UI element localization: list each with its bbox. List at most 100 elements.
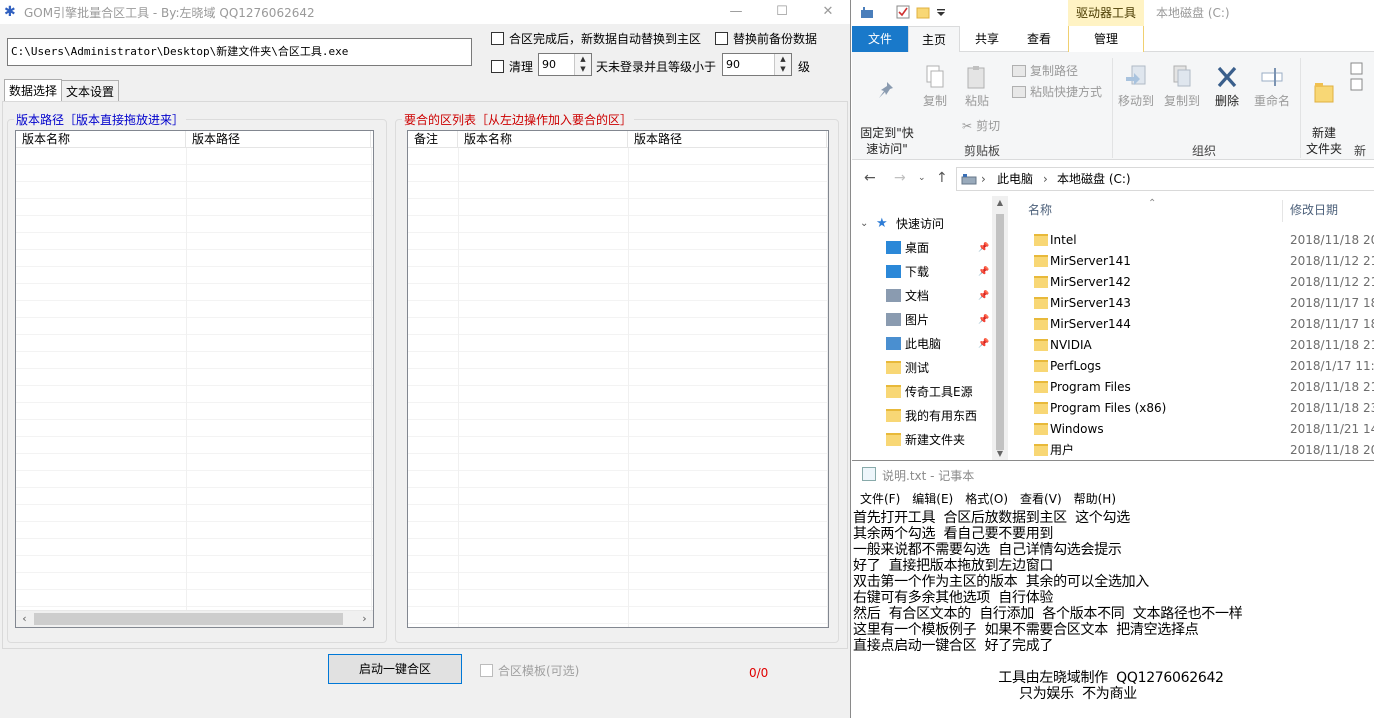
tab-data-select[interactable]: 数据选择 xyxy=(4,79,63,102)
properties-icon[interactable] xyxy=(860,5,874,19)
clean-checkbox[interactable]: 清理 xyxy=(491,58,533,75)
address-bar[interactable]: › 此电脑 › 本地磁盘 (C:) xyxy=(956,167,1374,191)
nav-item[interactable]: 图片 📌 xyxy=(852,308,992,332)
horizontal-scrollbar[interactable]: ‹ › xyxy=(16,610,373,627)
checkbox-box[interactable] xyxy=(480,664,493,677)
back-arrow-icon[interactable]: ← xyxy=(864,170,876,186)
merge-list[interactable]: 备注 版本名称 版本路径 xyxy=(407,130,829,628)
notepad-text-area[interactable]: 首先打开工具 合区后放数据到主区 这个勾选 其余两个勾选 看自己要不要用到 一般来说… xyxy=(853,510,1373,702)
menu-file[interactable]: 文件(F) xyxy=(856,488,904,510)
expand-chevron-icon[interactable]: ⌄ xyxy=(860,212,868,236)
stepper-arrows[interactable]: ▲ ▼ xyxy=(574,54,591,75)
address-drive[interactable]: 本地磁盘 (C:) xyxy=(1057,168,1131,190)
paste-button[interactable]: 粘贴 xyxy=(960,64,994,109)
pin-quick-access-button[interactable]: 固定到"快 速访问" xyxy=(856,64,918,157)
maximize-button[interactable]: ☐ xyxy=(759,0,805,24)
column-remark[interactable]: 备注 xyxy=(408,131,458,148)
new-item-icon[interactable] xyxy=(1350,62,1364,92)
pin-icon[interactable]: 📌 xyxy=(978,332,989,356)
exe-path-field[interactable]: C:\Users\Administrator\Desktop\新建文件夹\合区工… xyxy=(7,38,472,66)
pin-icon[interactable]: 📌 xyxy=(978,260,989,284)
new-folder-quick-icon[interactable] xyxy=(916,5,930,19)
cut-button[interactable]: ✂ 剪切 xyxy=(962,117,1000,134)
file-row[interactable]: MirServer142 2018/11/12 21 xyxy=(1012,272,1374,293)
column-name[interactable]: 名称 xyxy=(1028,196,1052,224)
nav-item[interactable]: 此电脑 📌 xyxy=(852,332,992,356)
spin-up-icon[interactable]: ▲ xyxy=(775,54,791,64)
tab-home[interactable]: 主页 xyxy=(908,26,960,53)
file-row[interactable]: Program Files 2018/11/18 21 xyxy=(1012,377,1374,398)
tab-text-settings[interactable]: 文本设置 xyxy=(62,80,120,102)
nav-item[interactable]: 我的有用东西 xyxy=(852,404,992,428)
pin-icon[interactable]: 📌 xyxy=(978,308,989,332)
file-row[interactable]: 用户 2018/11/18 20 xyxy=(1012,440,1374,460)
nav-item[interactable]: 下载 📌 xyxy=(852,260,992,284)
template-checkbox[interactable]: 合区模板(可选) xyxy=(480,662,579,679)
scroll-left-icon[interactable]: ‹ xyxy=(16,611,33,627)
recent-dropdown-icon[interactable]: ⌄ xyxy=(918,173,926,183)
spin-down-icon[interactable]: ▼ xyxy=(775,64,791,74)
menu-edit[interactable]: 编辑(E) xyxy=(908,488,957,510)
pin-icon[interactable]: 📌 xyxy=(978,236,989,260)
scroll-up-icon[interactable]: ▲ xyxy=(992,198,1008,207)
column-modified-date[interactable]: 修改日期 xyxy=(1290,196,1338,224)
stepper-arrows[interactable]: ▲ ▼ xyxy=(774,54,791,75)
checkbox-box[interactable] xyxy=(491,32,504,45)
nav-item[interactable]: 测试 xyxy=(852,356,992,380)
checklist-icon[interactable] xyxy=(896,5,910,19)
checkbox-box[interactable] xyxy=(715,32,728,45)
nav-item[interactable]: ⌄ ★ 快速访问 xyxy=(852,212,992,236)
tab-file[interactable]: 文件 xyxy=(852,26,908,52)
file-row[interactable]: Program Files (x86) 2018/11/18 23 xyxy=(1012,398,1374,419)
nav-item[interactable]: 文档 📌 xyxy=(852,284,992,308)
scroll-down-icon[interactable]: ▼ xyxy=(992,449,1008,458)
column-version-name[interactable]: 版本名称 xyxy=(458,131,628,148)
copy-path-button[interactable]: 复制路径 xyxy=(1012,62,1078,79)
paste-shortcut-button[interactable]: 粘贴快捷方式 xyxy=(1012,83,1102,100)
forward-arrow-icon[interactable]: → xyxy=(894,170,906,186)
nav-item[interactable]: 传奇工具E源 xyxy=(852,380,992,404)
spin-up-icon[interactable]: ▲ xyxy=(575,54,591,64)
tab-share[interactable]: 共享 xyxy=(964,26,1010,52)
file-row[interactable]: MirServer143 2018/11/17 18 xyxy=(1012,293,1374,314)
tab-view[interactable]: 查看 xyxy=(1016,26,1062,52)
address-this-pc[interactable]: 此电脑 xyxy=(997,168,1033,190)
file-row[interactable]: NVIDIA 2018/11/18 21 xyxy=(1012,335,1374,356)
auto-replace-checkbox[interactable]: 合区完成后，新数据自动替换到主区 xyxy=(491,30,701,47)
scroll-thumb[interactable] xyxy=(34,613,343,625)
rename-button[interactable]: 重命名 xyxy=(1252,64,1292,109)
new-folder-button[interactable]: 新建 文件夹 xyxy=(1302,64,1346,157)
menu-view[interactable]: 查看(V) xyxy=(1016,488,1066,510)
delete-button[interactable]: 删除 xyxy=(1212,64,1242,109)
backup-checkbox[interactable]: 替换前备份数据 xyxy=(715,30,817,47)
nav-scrollbar[interactable]: ▲ ▼ xyxy=(992,196,1008,460)
level-stepper[interactable]: 90 ▲ ▼ xyxy=(722,53,792,76)
column-version-path[interactable]: 版本路径 xyxy=(628,131,827,148)
menu-format[interactable]: 格式(O) xyxy=(961,488,1012,510)
clean-days-stepper[interactable]: 90 ▲ ▼ xyxy=(538,53,592,76)
copy-button[interactable]: 复制 xyxy=(920,64,950,109)
up-arrow-icon[interactable]: ↑ xyxy=(936,170,948,186)
file-row[interactable]: Intel 2018/11/18 20 xyxy=(1012,230,1374,251)
checkbox-box[interactable] xyxy=(491,60,504,73)
scroll-right-icon[interactable]: › xyxy=(356,611,373,627)
copy-to-button[interactable]: 复制到 xyxy=(1162,64,1202,109)
menu-help[interactable]: 帮助(H) xyxy=(1070,488,1120,510)
minimize-button[interactable]: — xyxy=(713,0,759,24)
start-merge-button[interactable]: 启动一键合区 xyxy=(328,654,462,684)
file-row[interactable]: MirServer144 2018/11/17 18 xyxy=(1012,314,1374,335)
scroll-thumb[interactable] xyxy=(996,214,1004,450)
column-version-path[interactable]: 版本路径 xyxy=(186,131,371,148)
pin-icon[interactable]: 📌 xyxy=(978,284,989,308)
nav-item[interactable]: 新建文件夹 xyxy=(852,428,992,452)
tab-manage[interactable]: 管理 xyxy=(1068,26,1144,52)
spin-down-icon[interactable]: ▼ xyxy=(575,64,591,74)
column-version-name[interactable]: 版本名称 xyxy=(16,131,186,148)
file-row[interactable]: Windows 2018/11/21 14 xyxy=(1012,419,1374,440)
close-button[interactable]: ✕ xyxy=(805,0,851,24)
file-row[interactable]: MirServer141 2018/11/12 21 xyxy=(1012,251,1374,272)
nav-item[interactable]: 桌面 📌 xyxy=(852,236,992,260)
version-list[interactable]: 版本名称 版本路径 ‹ › xyxy=(15,130,374,628)
move-to-button[interactable]: 移动到 xyxy=(1116,64,1156,109)
customize-toolbar-icon[interactable] xyxy=(934,5,948,19)
